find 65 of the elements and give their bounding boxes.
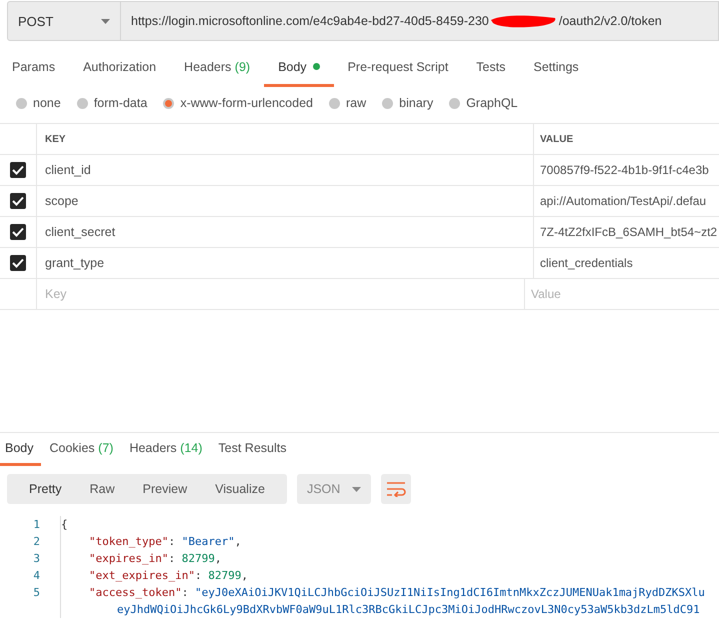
code-token: : <box>168 535 176 548</box>
line-number: 4 <box>0 567 61 584</box>
code-token: "Bearer" <box>182 535 235 548</box>
view-mode-tab[interactable]: Visualize <box>201 474 279 504</box>
table-cell[interactable]: grant_type <box>37 248 534 278</box>
line-number: 5 <box>0 584 61 601</box>
response-tab[interactable]: Headers (14) <box>122 433 210 466</box>
code-token: "expires_in" <box>89 552 168 565</box>
code-token: : <box>168 552 176 565</box>
request-tab[interactable]: Pre-request Script <box>334 49 462 87</box>
line-number: 1 <box>0 516 61 533</box>
column-header: VALUE <box>539 132 574 146</box>
code-token: "ext_expires_in" <box>89 569 195 582</box>
caret-icon <box>352 486 361 492</box>
wrap-button[interactable] <box>380 474 411 504</box>
wrap-lines-icon <box>386 481 406 497</box>
body-type-radio[interactable]: GraphQL <box>449 96 518 110</box>
body-type-radio[interactable]: form-data <box>76 96 148 110</box>
body-type-radio[interactable]: x-www-form-urlencoded <box>163 96 313 110</box>
view-mode-tab[interactable]: Raw <box>76 474 129 504</box>
code-token: , <box>241 569 248 582</box>
code-token: 82799 <box>208 569 242 582</box>
method-dropdown[interactable]: POST <box>7 1 121 41</box>
view-mode-tab[interactable]: Preview <box>128 474 202 504</box>
code-token: : <box>182 586 190 599</box>
table-cell[interactable]: client_id <box>37 155 534 185</box>
key-field[interactable]: Key <box>37 279 525 309</box>
column-header: KEY <box>37 124 534 154</box>
table-cell[interactable]: 700857f9-f522-4b1b-9f1f-c4e3b <box>534 155 719 185</box>
response-tab[interactable]: Cookies (7) <box>42 433 120 466</box>
code-token: "eyJ0eXAiOiJKV1QiLCJhbGciOiJSUzI1NiIsIng1dCI6ImtnMkxZczJUMENUak1majRydDZKSXlu <box>194 586 705 599</box>
code-token: "access_token" <box>89 586 182 599</box>
code-token: { <box>61 518 68 531</box>
response-tab[interactable]: Test Results <box>211 433 294 466</box>
table-cell[interactable]: 7Z-4tZ2fxIFcB_6SAMH_bt54~zt2 <box>534 217 719 247</box>
request-tab[interactable]: Params <box>12 49 70 87</box>
code-token: , <box>214 552 222 565</box>
request-tab[interactable]: Tests <box>462 49 520 87</box>
checkbox[interactable] <box>10 162 26 178</box>
value-field[interactable]: Value <box>525 279 719 309</box>
table-cell[interactable]: client_credentials <box>534 248 719 278</box>
body-type-radio[interactable]: none <box>16 96 61 110</box>
request-tab[interactable]: Settings <box>519 49 593 87</box>
code-token: : <box>194 569 203 582</box>
code-token: , <box>234 535 242 548</box>
request-tab[interactable]: Authorization <box>69 49 170 87</box>
line-number: 3 <box>0 550 61 567</box>
line-number: 2 <box>0 533 61 550</box>
request-tab[interactable]: Headers (9) <box>170 49 264 87</box>
code-token: eyJhdWQiOiJhcGk6Ly9BdXRvbWF0aW9uL1Rlc3RBcGkiLCJpc3MiOiJodHRwczovL3N0cy53aW5kb3dzLm5ldC91 <box>117 603 700 616</box>
code-token: "token_type" <box>89 535 168 548</box>
code-token: 82799 <box>182 552 215 565</box>
table-cell[interactable]: api://Automation/TestApi/.defau <box>534 186 719 216</box>
request-tab[interactable]: Body <box>264 49 334 87</box>
checkbox[interactable] <box>10 255 26 271</box>
table-cell[interactable]: client_secret <box>37 217 534 247</box>
checkbox[interactable] <box>10 193 26 209</box>
response-tab[interactable]: Body <box>0 433 40 466</box>
checkbox[interactable] <box>10 224 26 240</box>
view-mode-tab[interactable]: Pretty <box>15 474 76 504</box>
caret-icon <box>101 18 110 24</box>
body-type-radio[interactable]: binary <box>382 96 434 110</box>
body-type-radio[interactable]: raw <box>329 96 366 110</box>
url-field[interactable]: https://login.microsoftonline.com/e4c9ab4e-bd27-40d5-8459-230 /oauth2/v2.0/token <box>121 1 719 41</box>
table-cell[interactable]: scope <box>37 186 534 216</box>
